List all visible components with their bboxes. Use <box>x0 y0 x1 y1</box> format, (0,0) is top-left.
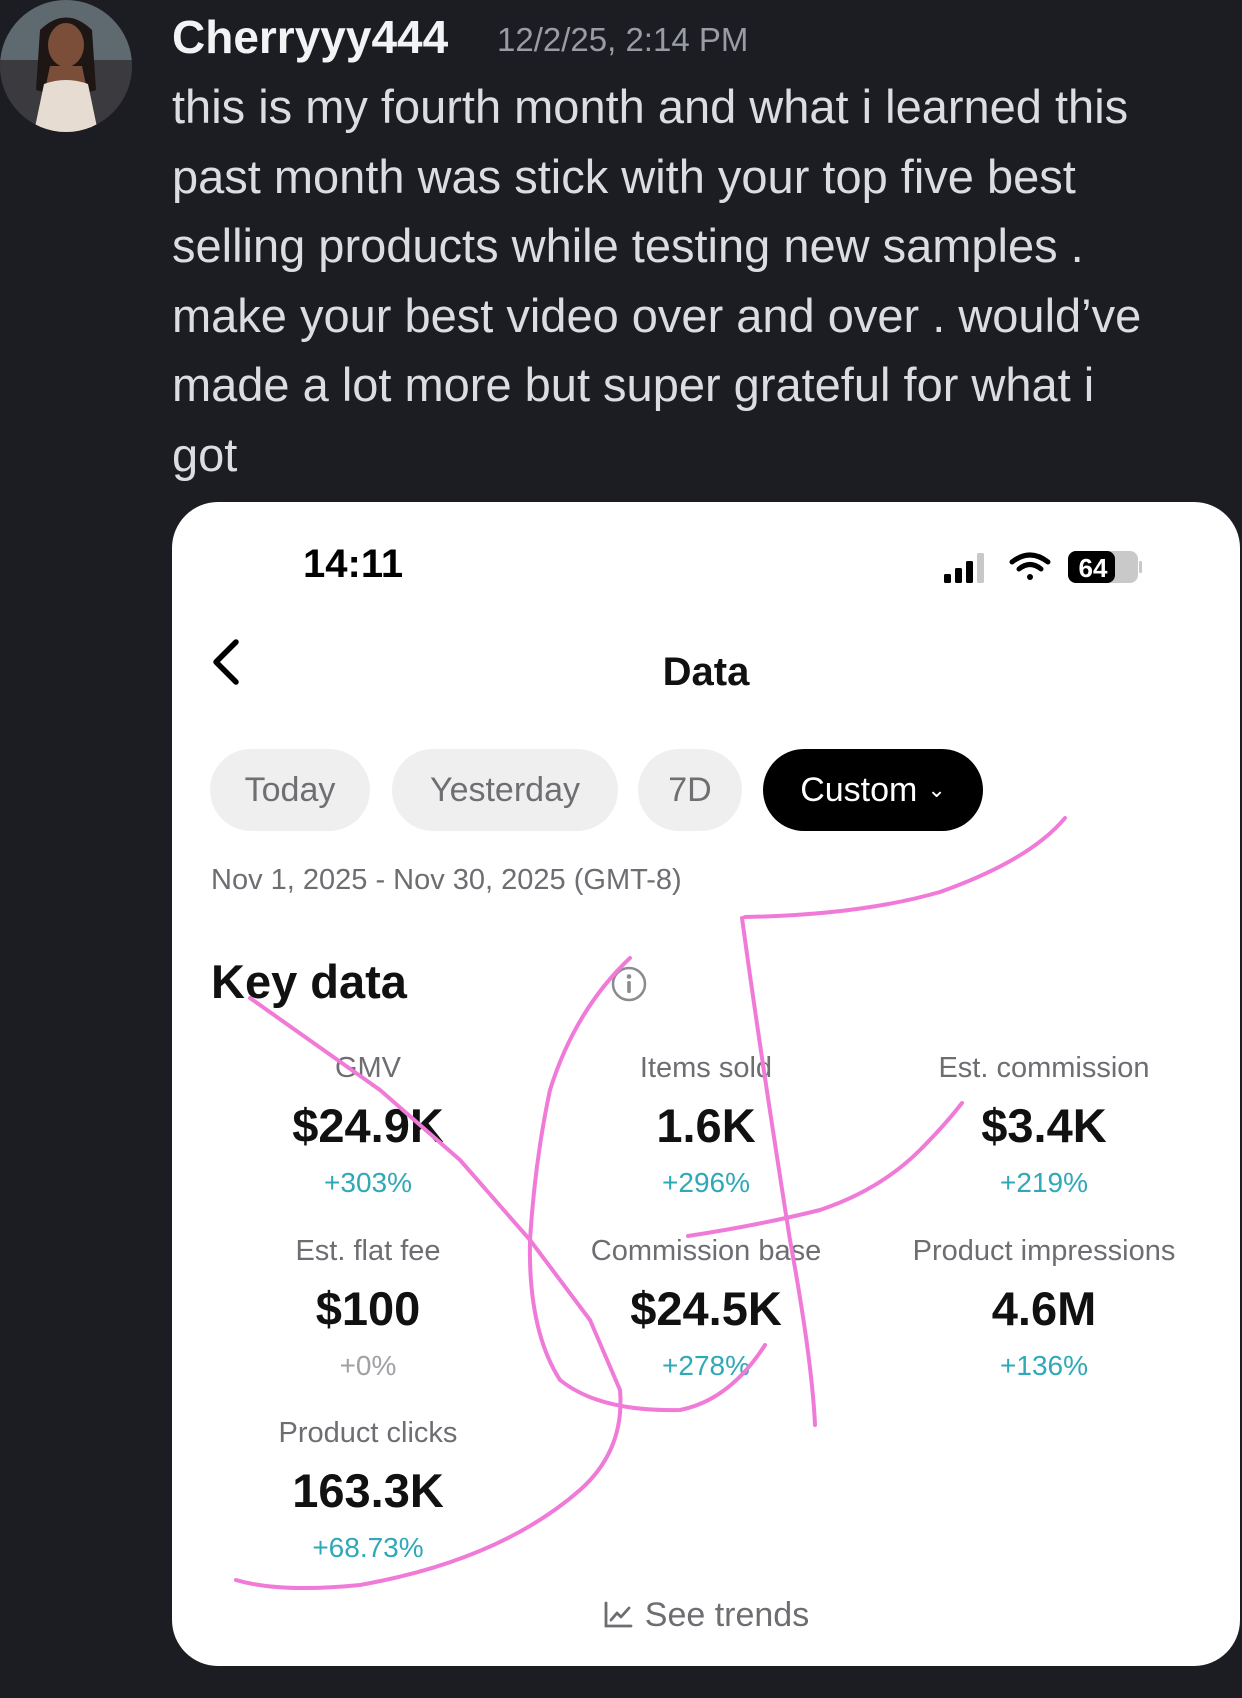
tab-custom[interactable]: Custom ⌄ <box>763 749 983 831</box>
metric-change: +303% <box>324 1167 412 1198</box>
see-trends-link[interactable]: See trends <box>172 1596 1240 1635</box>
metric-items-sold[interactable]: Items sold 1.6K +296% <box>536 1050 876 1200</box>
metric-est-flat-fee[interactable]: Est. flat fee $100 +0% <box>198 1233 538 1383</box>
metric-value: 163.3K <box>292 1464 444 1517</box>
message-text: this is my fourth month and what i learn… <box>172 80 1142 481</box>
status-bar-time: 14:11 <box>303 542 404 586</box>
metric-label: Commission base <box>590 1235 822 1267</box>
user-avatar[interactable] <box>0 0 132 132</box>
metric-label: Items sold <box>639 1052 773 1084</box>
battery-level: 64 <box>1079 553 1108 583</box>
section-title: Key data <box>211 955 407 1008</box>
metric-label: Product impressions <box>912 1235 1176 1267</box>
metric-label: Est. commission <box>938 1052 1150 1084</box>
metric-gmv[interactable]: GMV $24.9K +303% <box>198 1050 538 1200</box>
date-range: Nov 1, 2025 - Nov 30, 2025 (GMT-8) <box>211 864 682 896</box>
info-icon[interactable] <box>610 965 648 1003</box>
metric-label: GMV <box>334 1052 402 1084</box>
metric-product-impressions[interactable]: Product impressions 4.6M +136% <box>874 1233 1214 1383</box>
metric-product-clicks[interactable]: Product clicks 163.3K +68.73% <box>198 1415 538 1565</box>
status-bar-icons: 64 <box>944 551 1142 583</box>
tab-yesterday[interactable]: Yesterday <box>392 749 618 831</box>
chevron-down-icon: ⌄ <box>927 777 946 802</box>
metric-value: 4.6M <box>991 1282 1097 1335</box>
metric-value: $24.5K <box>630 1282 782 1335</box>
metric-change: +219% <box>1000 1167 1088 1198</box>
message-timestamp: 12/2/25, 2:14 PM <box>497 21 749 58</box>
metric-value: $3.4K <box>981 1099 1107 1152</box>
trend-chart-icon <box>604 1601 633 1628</box>
wifi-icon <box>1009 552 1051 580</box>
battery-icon: 64 <box>1068 551 1142 583</box>
metric-change: +136% <box>1000 1350 1088 1381</box>
metric-commission-base[interactable]: Commission base $24.5K +278% <box>536 1233 876 1383</box>
see-trends-label: See trends <box>644 1596 810 1634</box>
message-author[interactable]: Cherryyy444 <box>172 10 448 64</box>
tab-today[interactable]: Today <box>210 749 370 831</box>
metric-label: Product clicks <box>278 1417 458 1449</box>
tab-label: Custom <box>800 770 918 809</box>
tab-7d[interactable]: 7D <box>638 749 742 831</box>
metric-value: 1.6K <box>656 1099 756 1152</box>
page-title: Data <box>662 650 750 694</box>
tab-label: Yesterday <box>430 770 580 809</box>
signal-icon <box>944 553 984 583</box>
metric-value: $24.9K <box>292 1099 444 1152</box>
attached-screenshot[interactable]: 14:11 64 Data Today Yesterday 7D Custom … <box>172 502 1240 1666</box>
tab-label: 7D <box>668 770 712 809</box>
metric-change: +296% <box>662 1167 750 1198</box>
metric-change: +278% <box>662 1350 750 1381</box>
metric-value: $100 <box>315 1282 421 1335</box>
tab-label: Today <box>244 770 336 809</box>
metric-change: +68.73% <box>312 1532 424 1563</box>
metric-est-commission[interactable]: Est. commission $3.4K +219% <box>874 1050 1214 1200</box>
metric-change: +0% <box>339 1350 397 1381</box>
metric-label: Est. flat fee <box>295 1235 441 1267</box>
